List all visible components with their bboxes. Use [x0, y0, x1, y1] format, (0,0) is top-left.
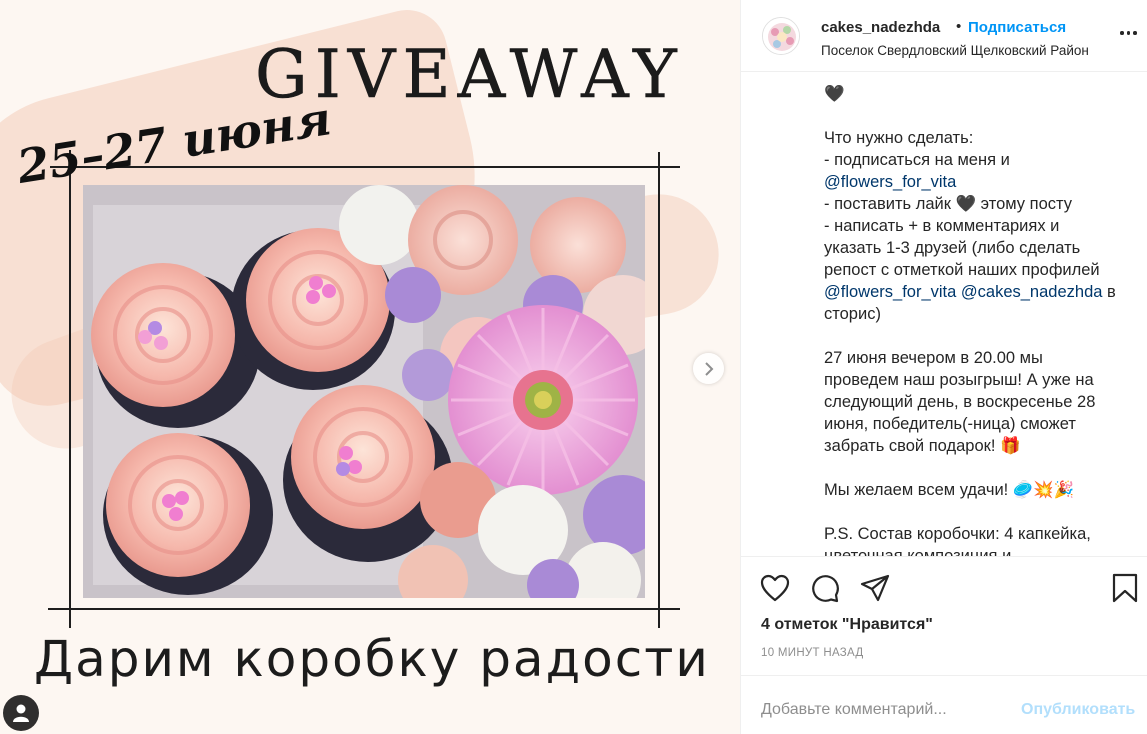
heart-icon	[760, 574, 790, 602]
post-media[interactable]: GIVEAWAY 25–27 июня Дарим коробку радост…	[0, 0, 740, 734]
bookmark-icon	[1112, 573, 1138, 603]
post-timestamp[interactable]: 10 МИНУТ НАЗАД	[761, 647, 864, 659]
mention-link[interactable]: @cakes_nadezhda	[961, 283, 1103, 301]
more-icon[interactable]	[1120, 31, 1137, 35]
tagged-users-button[interactable]	[3, 695, 39, 731]
next-slide-button[interactable]	[693, 353, 724, 384]
post-caption: 🖤 Что нужно сделать: - подписаться на ме…	[741, 73, 1147, 556]
caption-line: Мы желаем всем удачи! 🥏💥🎉	[824, 481, 1075, 499]
caption-line: цветочная композиция и ...	[824, 547, 1030, 556]
next-arrow-icon	[703, 361, 715, 376]
frame-line-bottom	[48, 608, 680, 610]
caption-line: - написать + в комментариях и	[824, 217, 1060, 235]
comment-bar: Опубликовать	[741, 675, 1147, 734]
caption-text: - поставить лайк	[824, 195, 956, 213]
comment-icon	[810, 573, 840, 603]
post-side-panel: cakes_nadezhda • Подписаться Поселок Све…	[740, 0, 1147, 734]
caption-line: июня, победитель(-ница) сможет	[824, 415, 1076, 433]
caption-heart: 🖤	[824, 85, 845, 103]
caption-line: Что нужно сделать:	[824, 129, 974, 147]
username-link[interactable]: cakes_nadezhda	[821, 19, 940, 36]
like-button[interactable]	[758, 571, 792, 605]
caption-text: в	[1102, 283, 1116, 301]
heart-emoji: 🖤	[955, 195, 977, 213]
caption-line: 27 июня вечером в 20.00 мы	[824, 349, 1043, 367]
follow-button[interactable]: Подписаться	[968, 19, 1066, 36]
caption-line: репост с отметкой наших профилей	[824, 261, 1100, 279]
avatar[interactable]	[762, 17, 800, 55]
publish-button[interactable]: Опубликовать	[1021, 701, 1135, 719]
cupcake-flower-photo	[83, 185, 645, 598]
caption-line: проведем наш розыгрыш! А уже на	[824, 371, 1094, 389]
caption-text: этому посту	[976, 195, 1072, 213]
separator-dot: •	[956, 18, 962, 35]
post-actions: 4 отметок "Нравится" 10 МИНУТ НАЗАД Опуб…	[741, 556, 1147, 734]
caption-line: указать 1-3 друзей (либо сделать	[824, 239, 1081, 257]
location-link[interactable]: Поселок Свердловский Щелковский Район	[821, 43, 1089, 58]
caption-line: - подписаться на меня и	[824, 151, 1010, 169]
post-header: cakes_nadezhda • Подписаться Поселок Све…	[741, 0, 1147, 72]
caption-line: P.S. Состав коробочки: 4 капкейка,	[824, 525, 1091, 543]
comment-input[interactable]	[761, 701, 1011, 719]
caption-line: забрать свой подарок! 🎁	[824, 437, 1021, 455]
mention-link[interactable]: @flowers_for_vita	[824, 173, 956, 191]
save-button[interactable]	[1108, 571, 1142, 605]
post-tagline: Дарим коробку радости	[34, 630, 710, 688]
user-tag-icon	[12, 703, 30, 723]
mention-link[interactable]: @flowers_for_vita	[824, 283, 956, 301]
likes-count[interactable]: 4 отметок "Нравится"	[761, 616, 933, 634]
caption-line: сторис)	[824, 305, 881, 323]
share-icon	[860, 574, 890, 602]
frame-line-left	[69, 150, 71, 628]
comment-button[interactable]	[808, 571, 842, 605]
caption-line: следующий день, в воскресенье 28	[824, 393, 1096, 411]
share-button[interactable]	[858, 571, 892, 605]
frame-line-right	[658, 152, 660, 628]
